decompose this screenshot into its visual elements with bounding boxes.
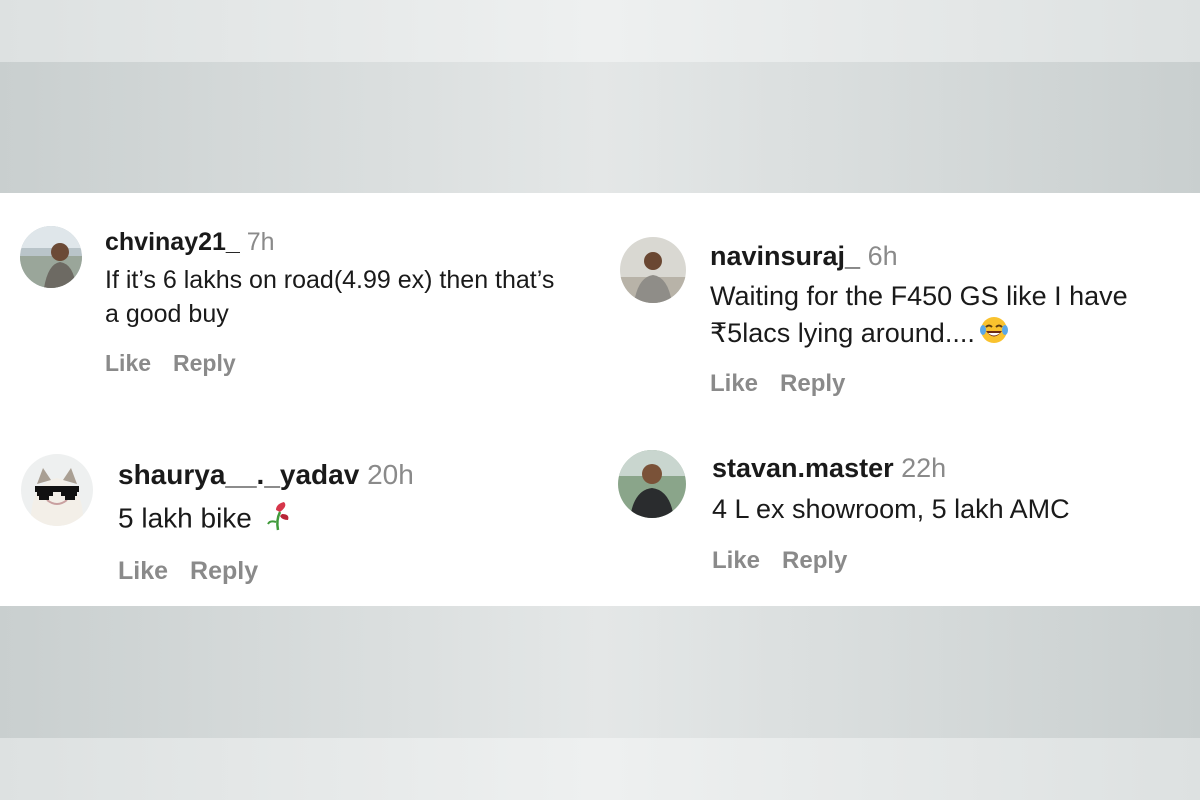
- comment-actions: Like Reply: [710, 370, 845, 398]
- comment-text: Waiting for the F450 GS like I have ₹5la…: [710, 278, 1180, 355]
- like-button[interactable]: Like: [712, 547, 760, 574]
- timestamp[interactable]: 20h: [367, 459, 414, 490]
- reply-button[interactable]: Reply: [173, 350, 236, 376]
- timestamp[interactable]: 6h: [868, 241, 898, 271]
- avatar[interactable]: [618, 450, 686, 518]
- username[interactable]: chvinay21_: [105, 228, 240, 256]
- comment-text: 4 L ex showroom, 5 lakh AMC: [712, 494, 1070, 524]
- avatar[interactable]: [620, 237, 686, 303]
- reply-button[interactable]: Reply: [190, 557, 258, 585]
- timestamp[interactable]: 22h: [901, 453, 946, 483]
- avatar[interactable]: [21, 454, 93, 526]
- comment-text-content: 5 lakh bike: [118, 502, 252, 534]
- like-button[interactable]: Like: [118, 557, 168, 585]
- comment-text: If it’s 6 lakhs on road(4.99 ex) then th…: [105, 266, 555, 328]
- like-button[interactable]: Like: [105, 350, 151, 376]
- username[interactable]: shaurya__._yadav: [118, 459, 359, 490]
- background-band-bottom-dark: [0, 606, 1200, 738]
- comment-text-content: Waiting for the F450 GS like I have ₹5la…: [710, 281, 1128, 349]
- background-band-bottom: [0, 738, 1200, 800]
- comment-actions: Like Reply: [712, 547, 847, 575]
- face-with-tears-of-joy-icon: [979, 315, 1009, 355]
- timestamp[interactable]: 7h: [247, 228, 275, 256]
- comment-actions: Like Reply: [105, 350, 236, 377]
- comment-header: navinsuraj_ 6h: [710, 243, 898, 270]
- wilted-flower-icon: [264, 500, 292, 540]
- username[interactable]: navinsuraj_: [710, 241, 860, 271]
- comment-text: 5 lakh bike: [118, 500, 518, 540]
- background-band-top: [0, 0, 1200, 62]
- avatar[interactable]: [20, 226, 82, 288]
- username[interactable]: stavan.master: [712, 453, 894, 483]
- like-button[interactable]: Like: [710, 370, 758, 397]
- reply-button[interactable]: Reply: [782, 547, 847, 574]
- comment-header: chvinay21_ 7h: [105, 230, 275, 255]
- background-band-top-dark: [0, 62, 1200, 193]
- comment-header: stavan.master 22h: [712, 455, 946, 482]
- comment-header: shaurya__._yadav 20h: [118, 461, 414, 489]
- comment-actions: Like Reply: [118, 557, 258, 586]
- reply-button[interactable]: Reply: [780, 370, 845, 397]
